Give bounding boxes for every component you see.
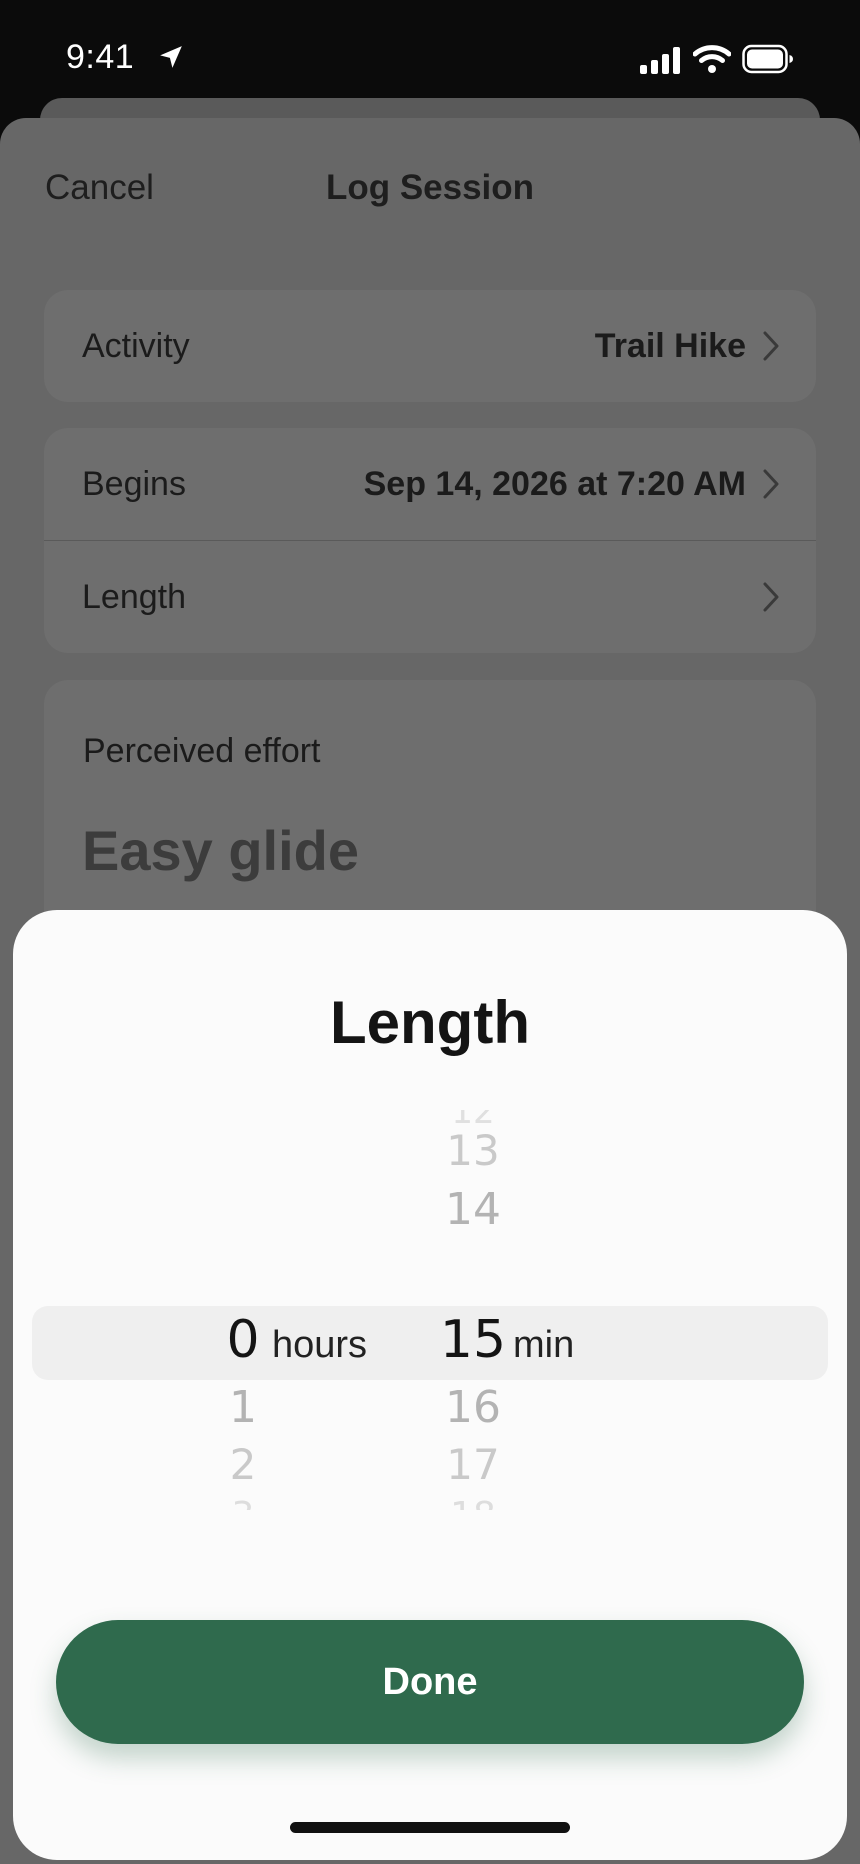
effort-group: Perceived effort Easy glide bbox=[44, 680, 816, 940]
page-title: Log Session bbox=[325, 168, 535, 207]
status-time: 9:41 bbox=[66, 38, 135, 76]
minutes-unit-label: min bbox=[513, 1324, 575, 1366]
activity-value: Trail Hike bbox=[594, 326, 746, 365]
begins-value: Sep 14, 2026 at 7:20 AM bbox=[363, 464, 746, 503]
effort-label: Perceived effort bbox=[83, 732, 321, 770]
minutes-option[interactable]: 18 bbox=[413, 1495, 533, 1510]
minutes-option[interactable]: 14 bbox=[413, 1184, 533, 1235]
done-button[interactable]: Done bbox=[56, 1620, 804, 1744]
home-indicator bbox=[290, 1822, 570, 1833]
begins-row[interactable]: Begins Sep 14, 2026 at 7:20 AM bbox=[44, 428, 816, 540]
hours-option[interactable]: 1 bbox=[183, 1382, 303, 1433]
time-group: Begins Sep 14, 2026 at 7:20 AM Length bbox=[44, 428, 816, 653]
length-picker-modal: Length 0 1 2 3 hours 12 13 14 15 16 17 1… bbox=[13, 910, 847, 1860]
cellular-signal-icon bbox=[640, 47, 680, 74]
activity-label: Activity bbox=[82, 326, 190, 365]
minutes-option[interactable]: 17 bbox=[413, 1440, 533, 1489]
location-arrow-icon bbox=[160, 46, 182, 68]
duration-picker: 0 1 2 3 hours 12 13 14 15 16 17 18 min bbox=[13, 1110, 847, 1510]
activity-group: Activity Trail Hike bbox=[44, 290, 816, 402]
chevron-right-icon bbox=[763, 582, 779, 612]
hours-unit-label: hours bbox=[272, 1324, 368, 1366]
begins-label: Begins bbox=[82, 464, 186, 503]
length-row[interactable]: Length bbox=[44, 541, 816, 653]
battery-icon bbox=[742, 44, 793, 74]
hours-option[interactable]: 2 bbox=[183, 1440, 303, 1489]
minutes-option[interactable]: 16 bbox=[413, 1382, 533, 1433]
modal-title: Length bbox=[330, 989, 530, 1056]
minutes-wheel[interactable]: 12 13 14 15 16 17 18 bbox=[413, 1110, 533, 1510]
chevron-right-icon bbox=[763, 331, 779, 361]
wifi-icon bbox=[693, 45, 731, 73]
status-bar: 9:41 bbox=[0, 0, 860, 110]
screen: 9:41 Cancel Log Session Activity Trail H… bbox=[0, 0, 860, 1864]
length-label: Length bbox=[82, 577, 186, 616]
hours-wheel[interactable]: 0 1 2 3 bbox=[183, 1110, 303, 1510]
effort-value[interactable]: Easy glide bbox=[82, 818, 359, 883]
activity-row[interactable]: Activity Trail Hike bbox=[44, 290, 816, 402]
hours-option[interactable]: 3 bbox=[183, 1495, 303, 1510]
minutes-option[interactable]: 13 bbox=[413, 1126, 533, 1175]
chevron-right-icon bbox=[763, 469, 779, 499]
